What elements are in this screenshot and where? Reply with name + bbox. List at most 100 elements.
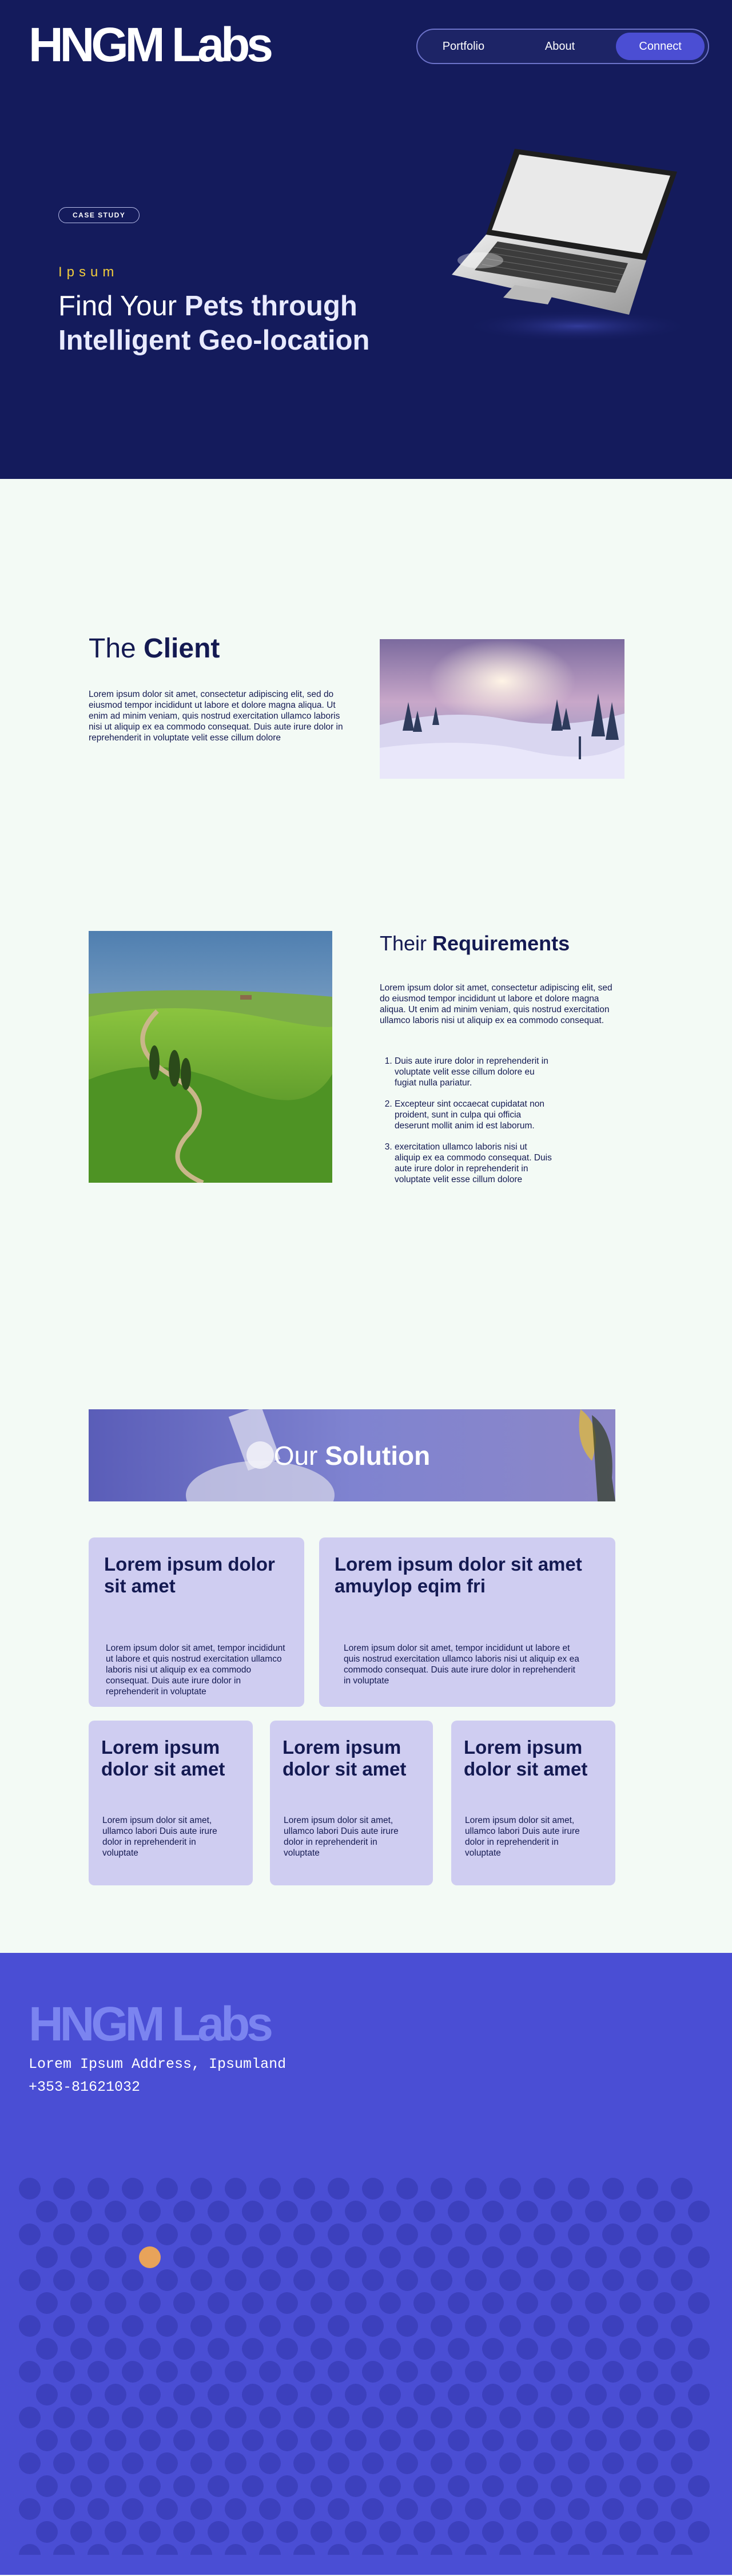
pattern-dot: [70, 2384, 92, 2405]
pattern-dot: [636, 2452, 658, 2474]
pattern-dot: [139, 2475, 161, 2497]
pattern-dot: [122, 2269, 144, 2291]
pattern-dot: [431, 2224, 452, 2245]
pattern-dot: [190, 2269, 212, 2291]
hero-title-bold-2: Intelligent Geo-location: [58, 325, 370, 356]
pattern-dot: [688, 2430, 710, 2451]
pattern-dot: [156, 2452, 178, 2474]
pattern-dot: [53, 2498, 75, 2520]
pattern-dot: [362, 2224, 384, 2245]
pattern-dot: [36, 2384, 58, 2405]
pattern-dot: [139, 2430, 161, 2451]
pattern-dot: [190, 2407, 212, 2428]
pattern-dot: [585, 2338, 607, 2360]
pattern-dot: [362, 2361, 384, 2383]
pattern-dot: [173, 2521, 195, 2543]
pattern-dot: [276, 2430, 298, 2451]
pattern-dot: [516, 2384, 538, 2405]
pattern-dot: [87, 2452, 109, 2474]
pattern-dot: [242, 2384, 264, 2405]
requirements-heading-bold: Requirements: [432, 932, 570, 955]
pattern-dot: [379, 2292, 401, 2314]
pattern-dot: [636, 2361, 658, 2383]
hero-title-bold-1: Pets through: [184, 291, 357, 322]
pattern-dot: [190, 2361, 212, 2383]
pattern-dot: [208, 2201, 229, 2222]
pattern-dot: [225, 2178, 246, 2199]
solution-heading-bold: Solution: [325, 1441, 431, 1471]
pattern-dot: [636, 2224, 658, 2245]
pattern-dot: [431, 2452, 452, 2474]
pattern-dot: [173, 2292, 195, 2314]
pattern-dot: [568, 2498, 590, 2520]
pattern-dot: [208, 2521, 229, 2543]
footer-logo[interactable]: HNGM Labs: [29, 2000, 273, 2048]
hero-section: HNGM Labs Portfolio About Connect CASE S…: [0, 0, 732, 479]
pattern-dot: [482, 2338, 504, 2360]
pattern-dot: [379, 2521, 401, 2543]
pattern-dot: [87, 2544, 109, 2555]
client-heading-bold: Client: [144, 633, 220, 664]
pattern-dot: [499, 2269, 521, 2291]
pattern-dot: [87, 2498, 109, 2520]
pattern-dot: [671, 2544, 693, 2555]
pattern-dot: [53, 2269, 75, 2291]
hero-title: Find Your Pets through Intelligent Geo-l…: [58, 289, 413, 358]
pattern-dot: [19, 2452, 41, 2474]
pattern-dot: [499, 2361, 521, 2383]
nav-link-portfolio[interactable]: Portfolio: [421, 33, 506, 60]
brand-logo[interactable]: HNGM Labs: [29, 21, 273, 69]
pattern-dot: [208, 2384, 229, 2405]
pattern-dot: [293, 2269, 315, 2291]
pattern-dot: [516, 2338, 538, 2360]
pattern-dot: [431, 2178, 452, 2199]
pattern-dot: [516, 2246, 538, 2268]
case-study-badge: CASE STUDY: [58, 207, 140, 223]
pattern-dot: [396, 2407, 418, 2428]
pattern-dot: [413, 2384, 435, 2405]
pattern-dot: [431, 2315, 452, 2337]
nav-link-about[interactable]: About: [506, 33, 614, 60]
requirements-list: Duis aute irure dolor in reprehenderit i…: [395, 1056, 555, 1195]
pattern-dot: [242, 2292, 264, 2314]
pattern-dot: [534, 2498, 555, 2520]
pattern-dot: [293, 2224, 315, 2245]
pattern-dot: [516, 2475, 538, 2497]
pattern-dot: [208, 2338, 229, 2360]
pattern-dot: [105, 2292, 126, 2314]
pattern-dot: [173, 2384, 195, 2405]
pattern-dot: [585, 2246, 607, 2268]
pattern-dot: [568, 2269, 590, 2291]
pattern-dot: [585, 2430, 607, 2451]
footer-address: Lorem Ipsum Address, Ipsumland: [29, 2056, 287, 2072]
pattern-dot: [465, 2269, 487, 2291]
pattern-dot: [413, 2201, 435, 2222]
client-section: The Client Lorem ipsum dolor sit amet, c…: [0, 479, 732, 931]
pattern-dot: [345, 2246, 367, 2268]
pattern-dot: [431, 2544, 452, 2555]
pattern-dot: [225, 2498, 246, 2520]
requirements-list-item: exercitation ullamco laboris nisi ut ali…: [395, 1142, 555, 1185]
pattern-dot: [19, 2178, 41, 2199]
main-nav: Portfolio About Connect: [416, 29, 709, 64]
pattern-dot: [654, 2430, 675, 2451]
pattern-dot: [242, 2430, 264, 2451]
pattern-dot: [225, 2544, 246, 2555]
pattern-dot: [242, 2521, 264, 2543]
pattern-dot: [122, 2498, 144, 2520]
requirements-paragraph: Lorem ipsum dolor sit amet, consectetur …: [380, 983, 612, 1025]
pattern-dot: [259, 2452, 281, 2474]
pattern-dot: [156, 2224, 178, 2245]
pattern-dot: [259, 2361, 281, 2383]
pattern-dot: [431, 2361, 452, 2383]
pattern-dot: [619, 2521, 641, 2543]
pattern-dot: [362, 2269, 384, 2291]
pattern-dot: [619, 2201, 641, 2222]
connect-button[interactable]: Connect: [616, 33, 705, 60]
pattern-dot: [345, 2430, 367, 2451]
pattern-dot: [499, 2315, 521, 2337]
pattern-dot: [688, 2292, 710, 2314]
solution-card-body: Lorem ipsum dolor sit amet, ullamco labo…: [284, 1816, 399, 1858]
pattern-dot: [654, 2292, 675, 2314]
footer-phone[interactable]: +353-81621032: [29, 2076, 286, 2099]
